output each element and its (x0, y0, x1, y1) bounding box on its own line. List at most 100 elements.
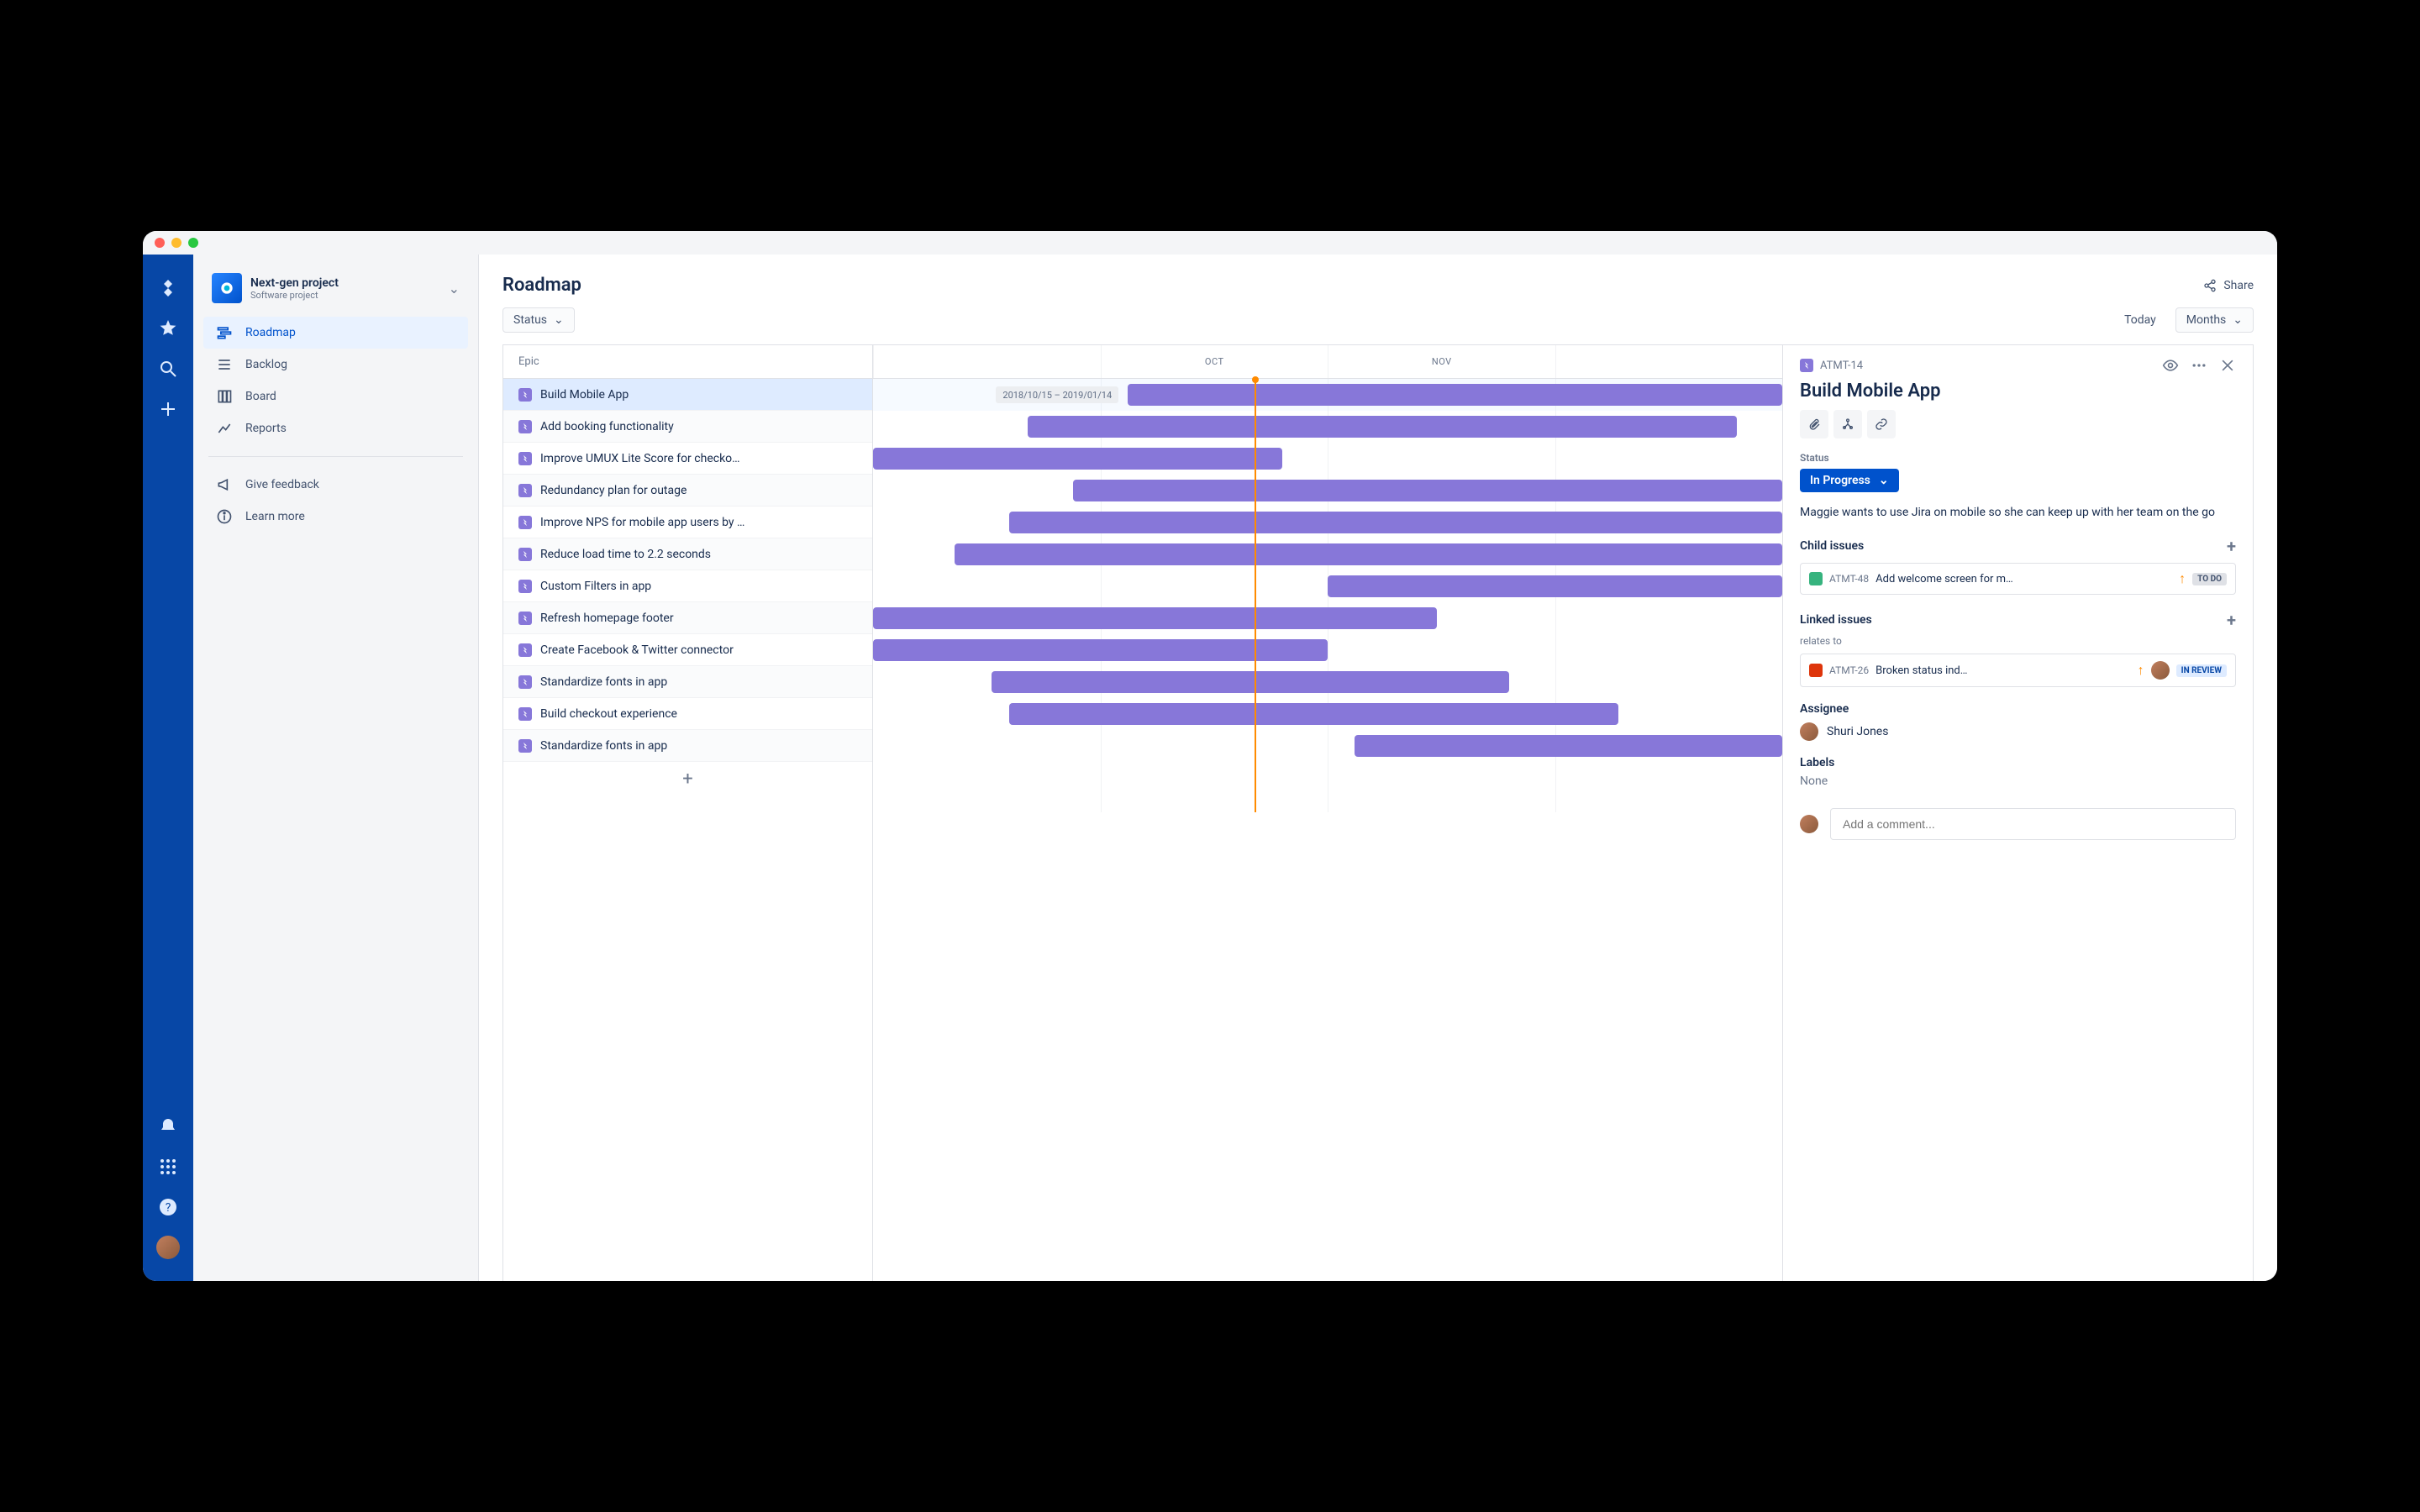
epic-row[interactable]: Improve NPS for mobile app users by … (503, 507, 872, 538)
epic-title: Add booking functionality (540, 420, 674, 433)
epic-row[interactable]: Add booking functionality (503, 411, 872, 443)
profile-avatar[interactable] (156, 1236, 180, 1259)
sidebar-item-label: Board (245, 390, 276, 403)
epic-type-icon (518, 388, 532, 402)
epic-title: Improve UMUX Lite Score for checko… (540, 452, 740, 465)
epic-title: Build Mobile App (540, 388, 629, 402)
epic-title: Standardize fonts in app (540, 675, 667, 689)
labels-value[interactable]: None (1800, 774, 2236, 788)
notifications-icon[interactable] (156, 1115, 180, 1138)
sidebar-item-feedback[interactable]: Give feedback (203, 469, 468, 501)
project-switcher[interactable]: Next-gen project Software project ⌄ (203, 268, 468, 317)
today-button[interactable]: Today (2113, 307, 2167, 333)
epic-type-icon (518, 675, 532, 689)
epic-type-icon (518, 420, 532, 433)
link-button[interactable] (1867, 410, 1896, 438)
jira-logo-icon[interactable] (156, 276, 180, 300)
more-icon[interactable] (2191, 357, 2207, 374)
range-select[interactable]: Months ⌄ (2175, 307, 2254, 333)
comment-input[interactable] (1830, 808, 2236, 840)
epic-bar[interactable] (1009, 512, 1782, 533)
epic-bar[interactable] (1028, 416, 1737, 438)
assignee-avatar (2151, 661, 2170, 680)
epic-bar[interactable] (1009, 703, 1618, 725)
search-icon[interactable] (156, 357, 180, 381)
assignee-field[interactable]: Shuri Jones (1800, 722, 2236, 741)
epic-row[interactable]: Redundancy plan for outage (503, 475, 872, 507)
epic-bar[interactable] (873, 639, 1328, 661)
star-icon[interactable] (156, 317, 180, 340)
epic-title: Reduce load time to 2.2 seconds (540, 548, 711, 561)
epic-bar[interactable] (992, 671, 1510, 693)
roadmap-icon (215, 323, 234, 342)
epic-bar[interactable] (873, 448, 1282, 470)
epic-row[interactable]: Create Facebook & Twitter connector (503, 634, 872, 666)
assignee-label: Assignee (1800, 702, 1849, 716)
epic-row[interactable]: Build checkout experience (503, 698, 872, 730)
app-switcher-icon[interactable] (156, 1155, 180, 1179)
epic-bar[interactable] (1128, 384, 1782, 406)
epic-bar[interactable] (1355, 735, 1782, 757)
epic-bar[interactable] (955, 543, 1782, 565)
add-linked-issue-button[interactable]: + (2227, 610, 2236, 630)
sidebar-item-reports[interactable]: Reports (203, 412, 468, 444)
epic-bar[interactable] (1328, 575, 1782, 597)
watch-icon[interactable] (2162, 357, 2179, 374)
issue-row[interactable]: ATMT-48Add welcome screen for m…↑TO DO (1800, 563, 2236, 595)
attach-button[interactable] (1800, 410, 1828, 438)
issue-detail-panel: ATMT-14 Build Mobile App Status (1782, 345, 2253, 1281)
status-label: Status (1800, 452, 2236, 464)
epic-bar[interactable] (1073, 480, 1782, 501)
sidebar-item-roadmap[interactable]: Roadmap (203, 317, 468, 349)
epic-row[interactable]: Reduce load time to 2.2 seconds (503, 538, 872, 570)
epic-bar[interactable] (873, 607, 1437, 629)
status-filter-button[interactable]: Status ⌄ (502, 307, 575, 333)
reports-icon (215, 419, 234, 438)
epic-title: Create Facebook & Twitter connector (540, 643, 734, 657)
epic-row[interactable]: Standardize fonts in app (503, 730, 872, 762)
chevron-down-icon: ⌄ (2233, 313, 2243, 327)
epic-row[interactable]: Refresh homepage footer (503, 602, 872, 634)
add-child-button[interactable] (1833, 410, 1862, 438)
linked-relation: relates to (1800, 635, 2236, 647)
page-title: Roadmap (502, 275, 581, 296)
add-epic-button[interactable]: + (503, 762, 872, 795)
status-dropdown[interactable]: In Progress ⌄ (1800, 469, 1899, 492)
chevron-down-icon: ⌄ (449, 281, 460, 297)
global-nav-rail: ? (143, 255, 193, 1281)
timeline-month-header (873, 345, 1101, 378)
sidebar-item-label: Roadmap (245, 326, 296, 339)
sidebar-item-backlog[interactable]: Backlog (203, 349, 468, 381)
timeline-month-header: OCT (1101, 345, 1328, 378)
issue-key[interactable]: ATMT-14 (1820, 360, 1863, 372)
create-icon[interactable] (156, 397, 180, 421)
add-child-issue-button[interactable]: + (2227, 536, 2236, 556)
status-value: In Progress (1810, 474, 1870, 487)
traffic-minimize-icon[interactable] (171, 238, 182, 248)
sidebar-item-learn[interactable]: Learn more (203, 501, 468, 533)
traffic-zoom-icon[interactable] (188, 238, 198, 248)
epic-row[interactable]: Improve UMUX Lite Score for checko… (503, 443, 872, 475)
help-icon[interactable]: ? (156, 1195, 180, 1219)
issue-row[interactable]: ATMT-26Broken status ind…↑IN REVIEW (1800, 654, 2236, 687)
epic-row[interactable]: Build Mobile App (503, 379, 872, 411)
epic-title: Redundancy plan for outage (540, 484, 687, 497)
issue-description[interactable]: Maggie wants to use Jira on mobile so sh… (1800, 504, 2236, 521)
project-type: Software project (250, 290, 339, 301)
sidebar-item-board[interactable]: Board (203, 381, 468, 412)
sidebar-item-label: Backlog (245, 358, 287, 371)
epic-title: Build checkout experience (540, 707, 677, 721)
svg-text:?: ? (166, 1201, 171, 1215)
current-user-avatar (1800, 815, 1818, 833)
status-filter-label: Status (513, 313, 547, 327)
epic-row[interactable]: Standardize fonts in app (503, 666, 872, 698)
epic-row[interactable]: Custom Filters in app (503, 570, 872, 602)
issue-title[interactable]: Build Mobile App (1800, 381, 2236, 402)
close-icon[interactable] (2219, 357, 2236, 374)
share-button[interactable]: Share (2203, 279, 2254, 292)
project-sidebar: Next-gen project Software project ⌄ Road… (193, 255, 479, 1281)
traffic-close-icon[interactable] (155, 238, 165, 248)
epic-type-icon (518, 707, 532, 721)
megaphone-icon (215, 475, 234, 494)
priority-icon: ↑ (2179, 570, 2186, 587)
